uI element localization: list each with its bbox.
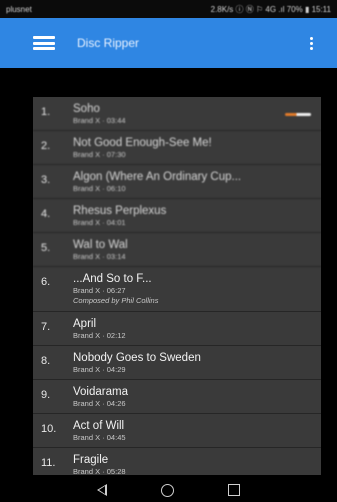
track-info: Fragile Brand X · 05:28: [73, 448, 321, 475]
track-artist-duration: Brand X · 04:29: [73, 365, 126, 374]
track-artist-duration: Brand X · 04:45: [73, 433, 126, 442]
playback-progress-bar: [285, 113, 311, 116]
track-info: April Brand X · 02:12: [73, 312, 321, 341]
track-number: 5.: [41, 242, 51, 254]
track-artist-duration: Brand X · 04:01: [73, 218, 126, 227]
track-info: Rhesus Perplexus Brand X · 04:01: [73, 199, 321, 228]
status-icons-time: 2.8K/s ⓘ Ⓝ ⚐ 4G .ıl 70% ▮ 15:11: [210, 4, 331, 14]
track-info: Voidarama Brand X · 04:26: [73, 380, 321, 409]
track-number: 3.: [41, 174, 51, 186]
track-row[interactable]: 1. Soho Brand X · 03:44: [33, 97, 321, 131]
track-info: Nobody Goes to Sweden Brand X · 04:29: [73, 346, 321, 375]
overflow-menu-icon[interactable]: [301, 36, 321, 50]
track-artist-duration: Brand X · 03:14: [73, 252, 126, 261]
track-title: Rhesus Perplexus: [73, 205, 167, 217]
track-row[interactable]: 11. Fragile Brand X · 05:28: [33, 448, 321, 475]
track-row[interactable]: 10. Act of Will Brand X · 04:45: [33, 414, 321, 448]
track-number: 9.: [41, 389, 51, 401]
track-number: 10.: [41, 423, 57, 435]
track-artist-duration: Brand X · 05:28: [73, 467, 126, 475]
track-title: Wal to Wal: [73, 239, 128, 251]
track-list[interactable]: 1. Soho Brand X · 03:44 2. Not Good Enough-S…: [33, 97, 321, 475]
track-title: ...And So to F...: [73, 273, 152, 285]
navigation-bar: [0, 478, 337, 502]
track-row[interactable]: 8. Nobody Goes to Sweden Brand X · 04:29: [33, 346, 321, 380]
track-artist-duration: Brand X · 02:12: [73, 331, 126, 340]
hamburger-menu-icon[interactable]: [33, 36, 55, 50]
track-info: Algon (Where An Ordinary Cup... Brand X ·…: [73, 165, 321, 194]
track-title: April: [73, 318, 97, 330]
track-number: 11.: [41, 457, 56, 469]
track-info: Not Good Enough-See Me! Brand X · 07:30: [73, 131, 321, 160]
track-composer: Composed by Phil Collins: [73, 296, 159, 305]
back-icon[interactable]: [97, 484, 107, 496]
track-title: Voidarama: [73, 386, 128, 398]
track-title: Algon (Where An Ordinary Cup...: [73, 171, 242, 183]
track-number: 8.: [41, 355, 51, 367]
track-row[interactable]: 5. Wal to Wal Brand X · 03:14: [33, 233, 321, 267]
track-row[interactable]: 2. Not Good Enough-See Me! Brand X · 07:30: [33, 131, 321, 165]
recent-apps-icon[interactable]: [228, 484, 240, 496]
track-title: Not Good Enough-See Me!: [73, 137, 212, 149]
track-row[interactable]: 7. April Brand X · 02:12: [33, 312, 321, 346]
track-artist-duration: Brand X · 03:44: [73, 116, 126, 125]
track-artist-duration: Brand X · 07:30: [73, 150, 126, 159]
track-title: Soho: [73, 103, 100, 115]
track-number: 2.: [41, 140, 51, 152]
track-number: 1.: [41, 106, 51, 118]
carrier-name: plusnet: [6, 4, 32, 14]
track-artist-duration: Brand X · 04:26: [73, 399, 126, 408]
app-title: Disc Ripper: [77, 36, 140, 50]
track-row[interactable]: 4. Rhesus Perplexus Brand X · 04:01: [33, 199, 321, 233]
track-number: 4.: [41, 208, 51, 220]
home-icon[interactable]: [161, 483, 174, 497]
track-number: 6.: [41, 276, 51, 288]
status-bar: plusnet 2.8K/s ⓘ Ⓝ ⚐ 4G .ıl 70% ▮ 15:11: [0, 0, 337, 18]
track-title: Fragile: [73, 454, 109, 466]
track-title: Nobody Goes to Sweden: [73, 352, 201, 364]
track-artist-duration: Brand X · 06:10: [73, 184, 126, 193]
track-row[interactable]: 9. Voidarama Brand X · 04:26: [33, 380, 321, 414]
track-row[interactable]: 3. Algon (Where An Ordinary Cup... Brand X…: [33, 165, 321, 199]
track-info: Soho Brand X · 03:44: [73, 97, 321, 126]
track-number: 7.: [41, 321, 51, 333]
app-bar: Disc Ripper: [0, 18, 337, 68]
track-title: Act of Will: [73, 420, 125, 432]
track-info: Wal to Wal Brand X · 03:14: [73, 233, 321, 262]
track-info: ...And So to F... Brand X · 06:27 Composed…: [73, 267, 321, 306]
track-info: Act of Will Brand X · 04:45: [73, 414, 321, 443]
track-row[interactable]: 6. ...And So to F... Brand X · 06:27 Compos…: [33, 267, 321, 312]
track-artist-duration: Brand X · 06:27: [73, 286, 126, 295]
